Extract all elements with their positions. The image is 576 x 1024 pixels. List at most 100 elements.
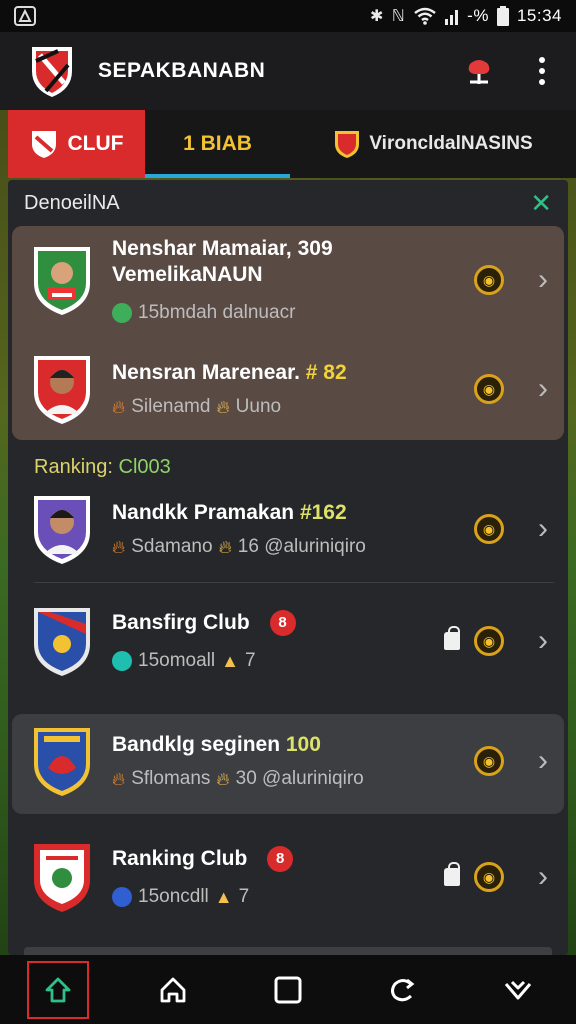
cell-signal-icon: [445, 10, 459, 25]
medal-icon: ◉: [474, 265, 504, 295]
refresh-icon: [391, 978, 415, 1001]
wifi-icon: [414, 7, 436, 25]
club-crest-icon: [34, 247, 90, 315]
square-icon: [274, 976, 302, 1003]
cone-icon: ▲: [221, 650, 239, 671]
chevron-right-icon: ›: [538, 512, 548, 545]
nav-refresh[interactable]: [372, 961, 434, 1019]
list-item[interactable]: Ranking Club 8 15oncdll ▲ 7 ◉ ›: [8, 840, 568, 914]
nav-home[interactable]: [142, 961, 204, 1019]
pin-icon[interactable]: [462, 54, 496, 88]
row-title-accent: # 82: [305, 361, 347, 384]
heart-down-icon: [505, 980, 532, 999]
row-title: Bandklg seginen 100: [112, 732, 474, 758]
flame-icon: 🔥︎: [112, 396, 126, 417]
national-shield-icon: [335, 131, 360, 158]
section-header: DenoeilNA ✕: [8, 180, 568, 226]
status-dot: [112, 651, 132, 672]
status-dot: [112, 887, 132, 908]
bottom-nav-bar: [0, 955, 576, 1024]
player-avatar-icon: [34, 356, 90, 424]
player-avatar-icon: [34, 496, 90, 564]
flame-icon: 🔥︎: [216, 768, 230, 789]
status-bar: ✱ ℕ -% 15:34: [0, 0, 576, 32]
row-title-text: Nandkk Pramakan: [112, 501, 295, 524]
flame-icon: 🔥︎: [112, 768, 126, 789]
list-item[interactable]: Nensran Marenear. # 82 🔥︎ Silenamd 🔥︎ Uu…: [8, 352, 568, 426]
ranking-label-text: Ranking:: [34, 456, 113, 478]
bluetooth-icon: ✱: [369, 8, 384, 25]
chevron-right-icon: ›: [538, 624, 548, 657]
divider: [34, 582, 554, 583]
row-subtitle-a: Sdamano: [131, 536, 213, 557]
tab-club[interactable]: CLUF: [8, 110, 145, 178]
row-title-text: Bansfirg Club: [112, 610, 250, 634]
club-shield-icon: [31, 131, 56, 158]
list-item[interactable]: Nenshar Mamaiar, 309 VemelikaNAUN 15bmda…: [8, 236, 568, 324]
tab-ranking[interactable]: 1 BIAB: [145, 110, 290, 178]
app-bar: SEPAKBANABN: [0, 32, 576, 110]
cone-icon: ▲: [214, 886, 233, 907]
status-dot: [112, 303, 132, 323]
medal-icon: ◉: [474, 626, 504, 656]
tab-club-label: CLUF: [67, 132, 124, 155]
app-title: SEPAKBANABN: [98, 59, 266, 82]
tab-national[interactable]: VironcldalNASINS: [290, 110, 576, 178]
club-list-panel: DenoeilNA ✕ Nenshar Mamaiar, 309 Vemelik…: [8, 180, 568, 955]
list-item[interactable]: Bandklg seginen 100 🔥︎ Sflomans 🔥︎ 30 @a…: [8, 724, 568, 798]
row-subtitle-a: Sflomans: [131, 768, 211, 789]
notification-badge: 8: [269, 610, 296, 637]
row-title: Ranking Club 8: [112, 846, 444, 873]
lock-icon: [444, 626, 460, 650]
flame-icon: 🔥︎: [112, 536, 126, 557]
medal-icon: ◉: [474, 746, 504, 776]
club-crest-icon: [34, 608, 90, 676]
club-crest-icon: [34, 728, 90, 796]
flame-icon: 🔥︎: [216, 396, 230, 417]
home-active-icon: [45, 977, 70, 1002]
row-title-text: Nensran Marenear.: [112, 361, 300, 384]
app-logo-shield-icon: [32, 47, 72, 97]
list-item[interactable]: Nandkk Pramakan #162 🔥︎ Sdamano 🔥︎ 16 @a…: [8, 492, 568, 566]
battery-text: -%: [467, 6, 489, 25]
tab-national-label: VironcldalNASINS: [369, 133, 533, 154]
ranking-label-value: Cl003: [118, 456, 171, 478]
flame-icon: 🔥︎: [218, 536, 232, 557]
app-notification-icon: [14, 6, 36, 26]
chevron-right-icon: ›: [538, 372, 548, 405]
row-title: Bansfirg Club 8: [112, 610, 444, 637]
status-time: 15:34: [516, 6, 562, 25]
row-title-secondary: VemelikaNAUN: [112, 263, 263, 286]
row-title: Nandkk Pramakan #162: [112, 500, 474, 526]
row-subtitle-b: 30 @aluriniqiro: [235, 768, 364, 789]
chevron-right-icon: ›: [538, 744, 548, 777]
row-subtitle-b: 16 @aluriniqiro: [237, 536, 366, 557]
row-subtitle-a: 15omoall: [138, 650, 216, 672]
row-title: Nenshar Mamaiar, 309: [112, 237, 333, 260]
bottom-strip: [24, 947, 552, 955]
row-title-accent: 100: [285, 733, 321, 756]
list-item[interactable]: Bansfirg Club 8 15omoall ▲ 7 ◉ ›: [8, 604, 568, 678]
nav-overview[interactable]: [257, 961, 319, 1019]
row-subtitle-a: Silenamd: [131, 396, 211, 417]
tab-bar: CLUF 1 BIAB VironcldalNASINS: [8, 110, 576, 178]
row-subtitle-b: Uuno: [235, 396, 282, 417]
ranking-label: Ranking: Cl003: [34, 456, 171, 479]
lock-icon: [444, 862, 460, 886]
nav-favorites[interactable]: [487, 961, 549, 1019]
club-crest-icon: [34, 844, 90, 912]
section-title: DenoeilNA: [24, 191, 120, 214]
medal-icon: ◉: [474, 374, 504, 404]
tab-ranking-label: 1 BIAB: [183, 132, 252, 155]
close-icon[interactable]: ✕: [530, 188, 552, 219]
row-subtitle-a: 15oncdll: [138, 886, 209, 908]
row-title-text: Ranking Club: [112, 846, 248, 870]
signal-icon: ℕ: [391, 8, 406, 25]
row-title-text: Bandklg seginen: [112, 733, 281, 756]
home-icon: [160, 977, 186, 1002]
row-subtitle-b: 7: [244, 650, 256, 672]
row-subtitle: 15bmdah dalnuacr: [138, 302, 296, 323]
chevron-right-icon: ›: [538, 860, 548, 893]
more-vert-icon[interactable]: [536, 57, 548, 85]
nav-home-active[interactable]: [26, 960, 89, 1019]
